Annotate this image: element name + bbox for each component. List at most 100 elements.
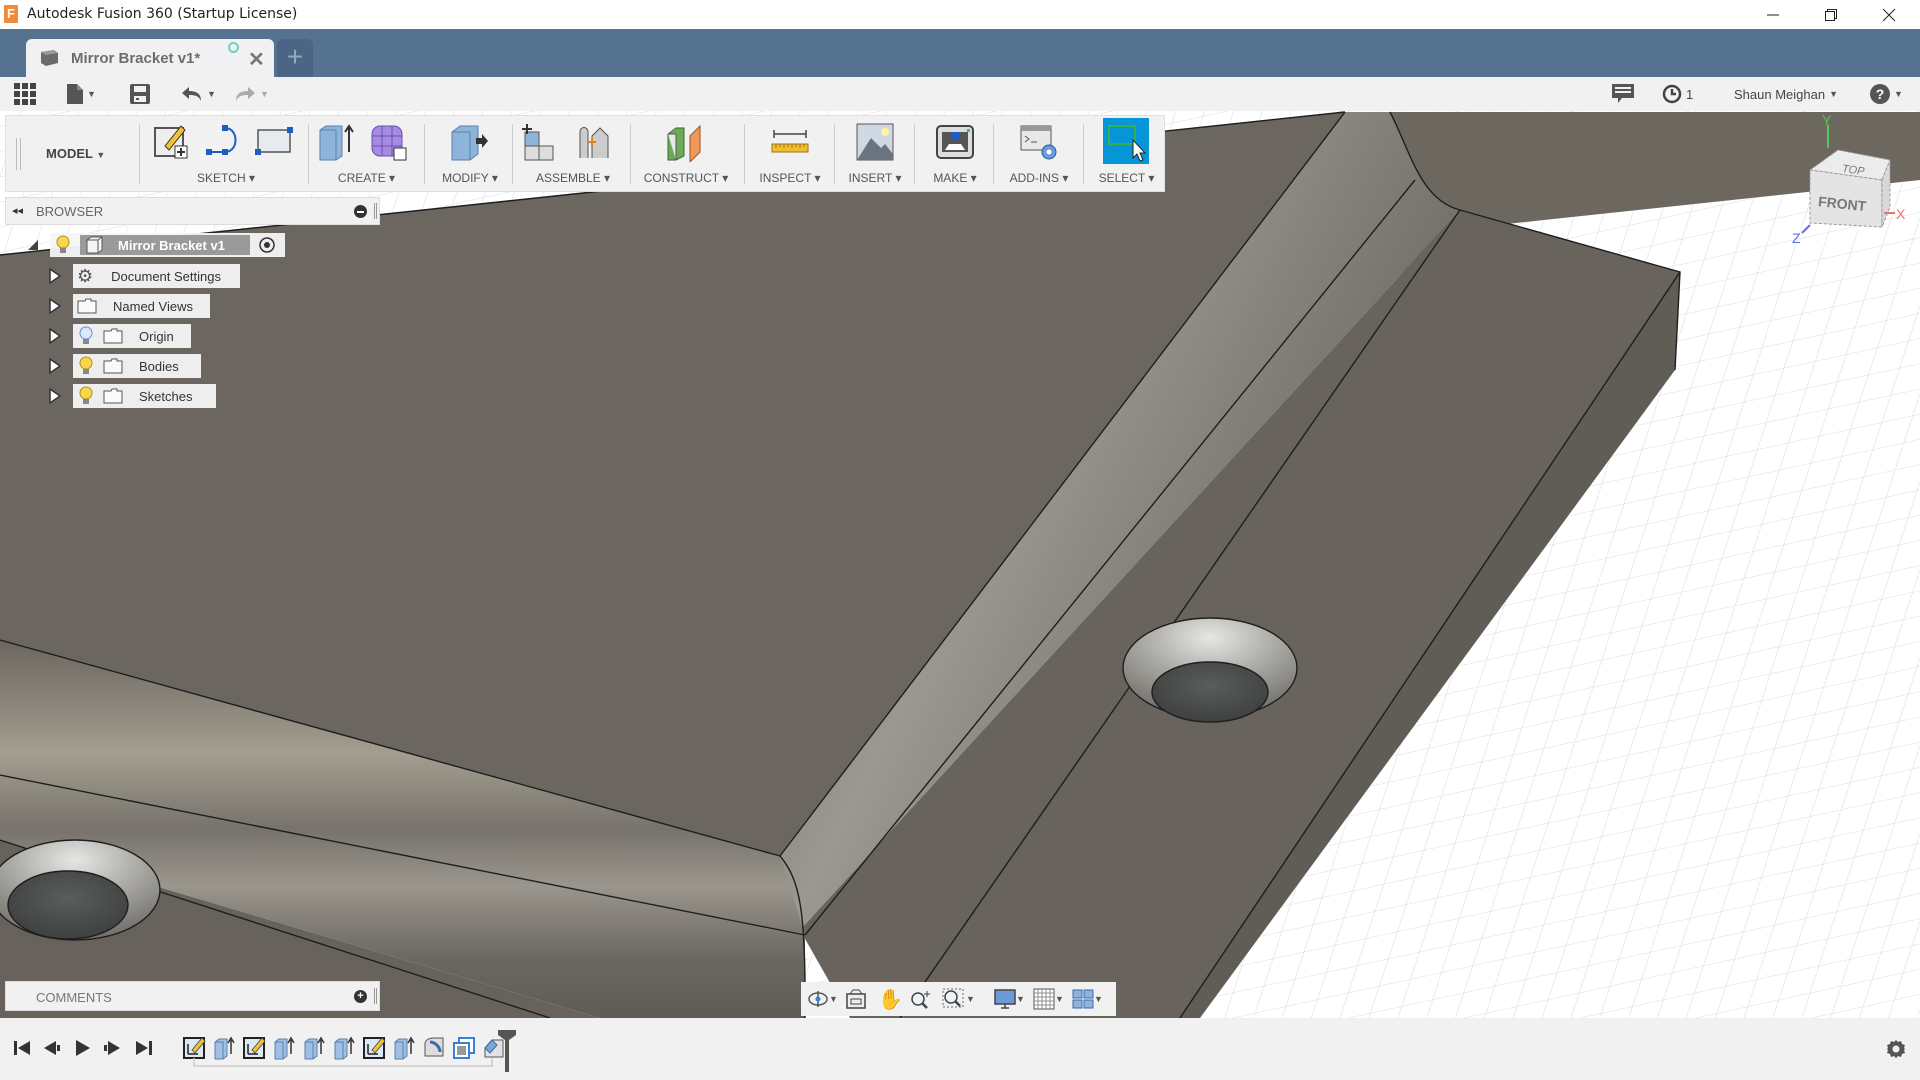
scripts-addins-icon[interactable] — [1019, 122, 1059, 162]
construct-menu[interactable]: CONSTRUCT ▾ — [636, 171, 736, 185]
save-button[interactable] — [130, 83, 150, 105]
timeline-feature-extrude[interactable] — [332, 1036, 356, 1060]
create-form-icon[interactable] — [368, 122, 408, 162]
browser-item-origin[interactable]: Origin — [73, 324, 191, 348]
zoom-button[interactable] — [909, 987, 933, 1011]
help-button[interactable]: ? ▼ — [1870, 83, 1903, 105]
visibility-bulb-off-icon[interactable] — [79, 326, 93, 346]
timeline-feature-extrude[interactable] — [272, 1036, 296, 1060]
user-account-menu[interactable]: Shaun Meighan ▼ — [1734, 83, 1838, 105]
restore-icon — [1825, 8, 1837, 21]
expand-arrow-icon[interactable] — [48, 268, 62, 284]
viewports-button[interactable]: ▼ — [1072, 987, 1103, 1011]
timeline-feature-sketch[interactable] — [362, 1036, 386, 1060]
insert-image-icon[interactable] — [855, 122, 895, 162]
expand-arrow-icon[interactable] — [26, 238, 40, 252]
joint-icon[interactable] — [574, 122, 614, 162]
go-to-end-button[interactable] — [132, 1036, 156, 1060]
minimize-panel-icon[interactable] — [354, 205, 367, 218]
browser-item-named-views[interactable]: Named Views — [73, 294, 210, 318]
toolbar-grip-handle[interactable] — [16, 138, 21, 170]
restore-button[interactable] — [1802, 0, 1860, 29]
document-tab[interactable]: Mirror Bracket v1* ✕ — [26, 39, 274, 77]
expand-arrow-icon[interactable] — [48, 298, 62, 314]
make-menu[interactable]: MAKE ▾ — [920, 171, 990, 185]
timeline-feature-sketch[interactable] — [242, 1036, 266, 1060]
notifications-button[interactable] — [1612, 83, 1634, 105]
redo-icon — [236, 87, 255, 101]
quick-access-toolbar: ▼ ▼ ▼ 1 Shaun Meighan ▼ ? ▼ — [0, 77, 1920, 111]
panel-resize-handle[interactable] — [374, 203, 377, 219]
go-to-start-button[interactable] — [10, 1036, 34, 1060]
create-menu[interactable]: CREATE ▾ — [314, 171, 419, 185]
timeline-feature-fillet[interactable] — [422, 1036, 446, 1060]
canvas-viewport[interactable]: Y TOP FRONT X Z — [0, 111, 1920, 1018]
inspect-menu[interactable]: INSPECT ▾ — [750, 171, 830, 185]
main-toolbar: MODEL ▼ SKETCH ▾ CREATE ▾ MODIFY ▾ ASSEM… — [5, 115, 1165, 192]
insert-menu[interactable]: INSERT ▾ — [840, 171, 910, 185]
new-tab-button[interactable]: + — [277, 39, 313, 77]
folder-icon — [103, 388, 123, 404]
chevron-down-icon: ▼ — [1829, 89, 1838, 99]
visibility-bulb-icon[interactable] — [56, 235, 70, 255]
3d-print-icon[interactable] — [935, 122, 975, 162]
close-window-button[interactable] — [1860, 0, 1918, 29]
expand-arrow-icon[interactable] — [48, 388, 62, 404]
line-arc-icon[interactable] — [203, 122, 243, 162]
timeline-feature-extrude[interactable] — [392, 1036, 416, 1060]
job-status-count: 1 — [1686, 86, 1694, 102]
redo-button[interactable]: ▼ — [234, 83, 269, 105]
view-cube[interactable]: Y TOP FRONT X Z — [1770, 115, 1920, 250]
browser-item-sketches[interactable]: Sketches — [73, 384, 216, 408]
offset-plane-icon[interactable] — [664, 122, 704, 162]
pan-button[interactable]: ✋ — [878, 987, 903, 1011]
expand-arrow-icon[interactable] — [48, 328, 62, 344]
measure-icon[interactable] — [770, 122, 810, 162]
browser-item-bodies[interactable]: Bodies — [73, 354, 201, 378]
collapse-browser-icon[interactable]: ◂◂ — [12, 204, 23, 217]
activate-radio-icon[interactable] — [258, 236, 276, 254]
extrude-icon[interactable] — [316, 122, 356, 162]
previous-step-button[interactable] — [40, 1036, 64, 1060]
add-comment-icon[interactable]: + — [354, 990, 367, 1003]
panel-resize-handle[interactable] — [374, 988, 377, 1004]
data-panel-button[interactable] — [14, 83, 36, 105]
minimize-button[interactable] — [1744, 0, 1802, 29]
select-menu[interactable]: SELECT ▾ — [1089, 171, 1164, 185]
play-button[interactable] — [70, 1036, 94, 1060]
job-status-button[interactable]: 1 — [1662, 83, 1693, 105]
timeline-feature-extrude[interactable] — [212, 1036, 236, 1060]
new-component-icon[interactable] — [521, 122, 561, 162]
display-settings-button[interactable]: ▼ — [994, 987, 1025, 1011]
grid-snaps-button[interactable]: ▼ — [1033, 987, 1064, 1011]
sketch-menu[interactable]: SKETCH ▾ — [146, 171, 306, 185]
timeline-feature-sketch[interactable] — [182, 1036, 206, 1060]
press-pull-icon[interactable] — [448, 122, 488, 162]
timeline-settings-gear-icon[interactable] — [1886, 1039, 1906, 1059]
workspace-switcher[interactable]: MODEL ▼ — [46, 146, 105, 161]
orbit-button[interactable]: ▼ — [807, 987, 838, 1011]
create-sketch-icon[interactable] — [151, 122, 191, 162]
next-step-button[interactable] — [100, 1036, 124, 1060]
zoom-window-icon — [942, 988, 964, 1008]
expand-arrow-icon[interactable] — [48, 358, 62, 374]
visibility-bulb-icon[interactable] — [79, 386, 93, 406]
modify-menu[interactable]: MODIFY ▾ — [430, 171, 510, 185]
undo-button[interactable]: ▼ — [181, 83, 216, 105]
timeline-marker[interactable] — [497, 1030, 517, 1072]
file-menu-button[interactable]: ▼ — [67, 83, 96, 105]
rectangle-icon[interactable] — [254, 122, 294, 162]
assemble-menu[interactable]: ASSEMBLE ▾ — [518, 171, 628, 185]
select-button[interactable] — [1103, 118, 1149, 164]
chevron-down-icon: ▼ — [1894, 89, 1903, 99]
browser-root-item[interactable]: Mirror Bracket v1 — [50, 233, 285, 257]
visibility-bulb-icon[interactable] — [79, 356, 93, 376]
look-at-button[interactable] — [845, 987, 867, 1011]
timeline-feature-shell[interactable] — [452, 1036, 476, 1060]
fit-button[interactable]: ▼ — [942, 987, 975, 1011]
timeline-feature-extrude[interactable] — [302, 1036, 326, 1060]
add-ins-menu[interactable]: ADD-INS ▾ — [999, 171, 1079, 185]
close-tab-button[interactable]: ✕ — [248, 47, 265, 72]
browser-item-document-settings[interactable]: ⚙ Document Settings — [73, 264, 240, 288]
model-canvas[interactable] — [0, 111, 1920, 1018]
